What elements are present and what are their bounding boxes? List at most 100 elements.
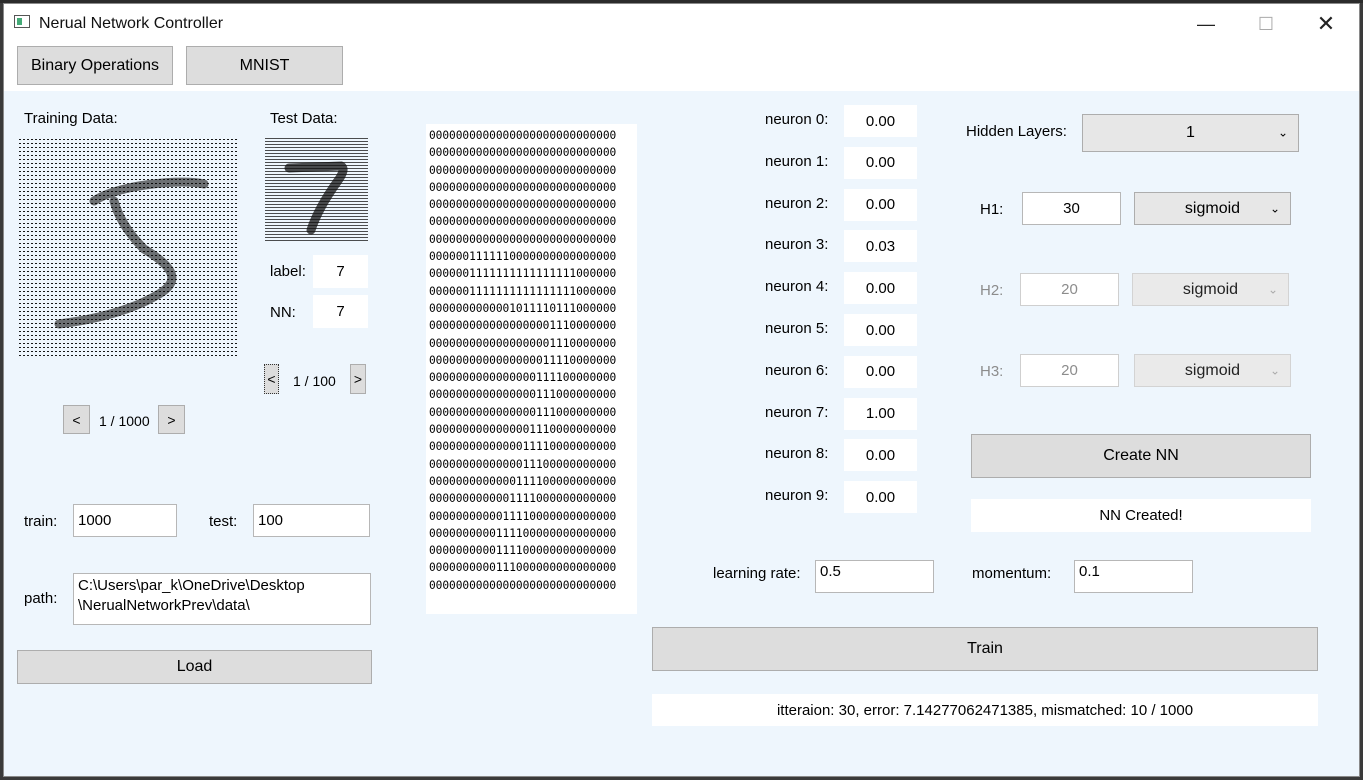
matrix-row: 0000000000000000111000000000 — [429, 388, 617, 402]
training-image-grid — [19, 139, 237, 357]
neuron-label: neuron 3: — [765, 236, 829, 254]
chevron-down-icon: ⌄ — [1277, 125, 1288, 140]
matrix-row: 0000000000000000000000000000 — [429, 578, 617, 592]
matrix-row: 0000000000000000011110000000 — [429, 353, 617, 367]
test-count-input[interactable]: 100 — [253, 504, 370, 537]
close-button[interactable]: ✕ — [1296, 4, 1356, 44]
matrix-row: 0000000000000000001110000000 — [429, 336, 617, 350]
neuron-value: 1.00 — [844, 397, 917, 430]
neuron-label: neuron 6: — [765, 361, 829, 379]
h1-input[interactable]: 30 — [1022, 192, 1121, 225]
test-label-value: 7 — [313, 255, 368, 288]
neuron-label: neuron 8: — [765, 445, 829, 463]
h2-activation-select[interactable]: sigmoid ⌄ — [1132, 273, 1289, 306]
h1-activation-value: sigmoid — [1184, 199, 1241, 217]
matrix-row: 0000000000000000000000000000 — [429, 129, 617, 142]
h3-input[interactable]: 20 — [1020, 354, 1119, 387]
title-bar[interactable]: Nerual Network Controller — ☐ ✕ — [4, 4, 1359, 44]
training-prev-button[interactable]: < — [63, 405, 90, 434]
matrix-row: 0000000000111100000000000000 — [429, 526, 617, 540]
h2-input[interactable]: 20 — [1020, 273, 1119, 306]
h2-label: H2: — [980, 282, 1004, 299]
learning-rate-input[interactable]: 0.5 — [815, 560, 934, 593]
test-nn-caption: NN: — [270, 304, 296, 321]
neuron-value: 0.00 — [844, 481, 917, 514]
h1-activation-select[interactable]: sigmoid ⌄ — [1134, 192, 1291, 225]
training-status: itteraion: 30, error: 7.14277062471385, … — [652, 694, 1318, 726]
maximize-button[interactable]: ☐ — [1236, 4, 1296, 44]
matrix-row: 0000000000000000000000000000 — [429, 163, 617, 177]
test-image-grid — [265, 138, 368, 242]
neuron-value: 0.00 — [844, 105, 917, 137]
matrix-row: 0000000000000011100000000000 — [429, 457, 617, 471]
test-nn-value: 7 — [313, 295, 368, 328]
h3-activation-select[interactable]: sigmoid ⌄ — [1134, 354, 1291, 387]
training-pager-text: 1 / 1000 — [99, 413, 150, 429]
hidden-layers-select[interactable]: 1 ⌄ — [1082, 114, 1299, 152]
matrix-row: 0000000000000000000000000000 — [429, 232, 617, 246]
training-next-button[interactable]: > — [158, 405, 185, 434]
momentum-input[interactable]: 0.1 — [1074, 560, 1193, 593]
matrix-row: 0000000000000000000000000000 — [429, 198, 617, 212]
neuron-value: 0.03 — [844, 230, 917, 263]
neuron-label: neuron 9: — [765, 487, 829, 505]
create-nn-button[interactable]: Create NN — [971, 434, 1311, 478]
path-input[interactable]: C:\Users\par_k\OneDrive\Desktop \NerualN… — [73, 573, 371, 625]
neuron-value: 0.00 — [844, 355, 917, 388]
momentum-label: momentum: — [972, 565, 1052, 582]
test-prev-button[interactable]: < — [264, 364, 279, 394]
h3-activation-value: sigmoid — [1184, 361, 1241, 379]
neuron-value: 0.00 — [844, 314, 917, 346]
pixel-matrix: 0000000000000000000000000000 000000000000… — [426, 124, 637, 614]
train-button[interactable]: Train — [652, 627, 1318, 671]
mode-toolbar: Binary Operations MNIST — [4, 44, 1359, 91]
path-line-1: C:\Users\par_k\OneDrive\Desktop — [78, 577, 305, 594]
train-count-input[interactable]: 1000 — [73, 504, 177, 537]
matrix-row: 0000000000001111000000000000 — [429, 492, 617, 506]
matrix-row: 0000000000000000000000000000 — [429, 146, 617, 160]
minimize-button[interactable]: — — [1176, 4, 1236, 44]
matrix-row: 0000000000000001110000000000 — [429, 423, 617, 437]
matrix-row: 0000000000000000000000000000 — [429, 180, 617, 194]
matrix-row: 0000000000000000000000000000 — [429, 215, 617, 229]
create-nn-status: NN Created! — [971, 499, 1311, 532]
neuron-label: neuron 5: — [765, 320, 829, 337]
matrix-row: 0000000000000111100000000000 — [429, 474, 617, 488]
neuron-label: neuron 1: — [765, 152, 829, 170]
mnist-button[interactable]: MNIST — [186, 46, 343, 85]
train-count-label: train: — [24, 513, 58, 530]
neuron-label: neuron 0: — [765, 111, 829, 128]
chevron-down-icon: ⌄ — [1269, 362, 1280, 377]
learning-rate-label: learning rate: — [713, 565, 801, 582]
test-label-caption: label: — [270, 263, 306, 280]
matrix-row: 0000000000000000111100000000 — [429, 371, 617, 385]
hidden-layers-value: 1 — [1186, 124, 1195, 141]
matrix-row: 0000000000000011110000000000 — [429, 440, 617, 454]
matrix-row: 0000000000000000001110000000 — [429, 319, 617, 333]
test-next-button[interactable]: > — [350, 364, 366, 394]
matrix-row: 0000000000001011110111000000 — [429, 301, 617, 315]
h2-activation-value: sigmoid — [1182, 280, 1239, 298]
neuron-value: 0.00 — [844, 272, 917, 305]
neuron-label: neuron 2: — [765, 194, 829, 212]
window-title: Nerual Network Controller — [39, 15, 224, 32]
chevron-down-icon: ⌄ — [1269, 200, 1280, 215]
hidden-layers-label: Hidden Layers: — [966, 123, 1067, 140]
chevron-down-icon: ⌄ — [1267, 281, 1278, 296]
main-window: Nerual Network Controller — ☐ ✕ Binary O… — [3, 3, 1360, 777]
h1-label: H1: — [980, 201, 1004, 218]
neuron-value: 0.00 — [844, 188, 917, 221]
neuron-value: 0.00 — [844, 439, 917, 472]
neuron-label: neuron 4: — [765, 278, 829, 296]
matrix-row: 0000000000000000111000000000 — [429, 405, 617, 419]
matrix-row: 0000000000111000000000000000 — [429, 561, 617, 575]
app-window-icon — [14, 15, 30, 28]
matrix-row: 0000000000111100000000000000 — [429, 544, 617, 558]
matrix-row: 0000001111111111111111000000 — [429, 267, 617, 281]
neuron-label: neuron 7: — [765, 403, 829, 421]
path-line-2: \NerualNetworkPrev\data\ — [78, 597, 250, 614]
neuron-value: 0.00 — [844, 146, 917, 179]
test-pager-text: 1 / 100 — [293, 373, 336, 389]
binary-operations-button[interactable]: Binary Operations — [17, 46, 173, 85]
load-button[interactable]: Load — [17, 650, 372, 684]
